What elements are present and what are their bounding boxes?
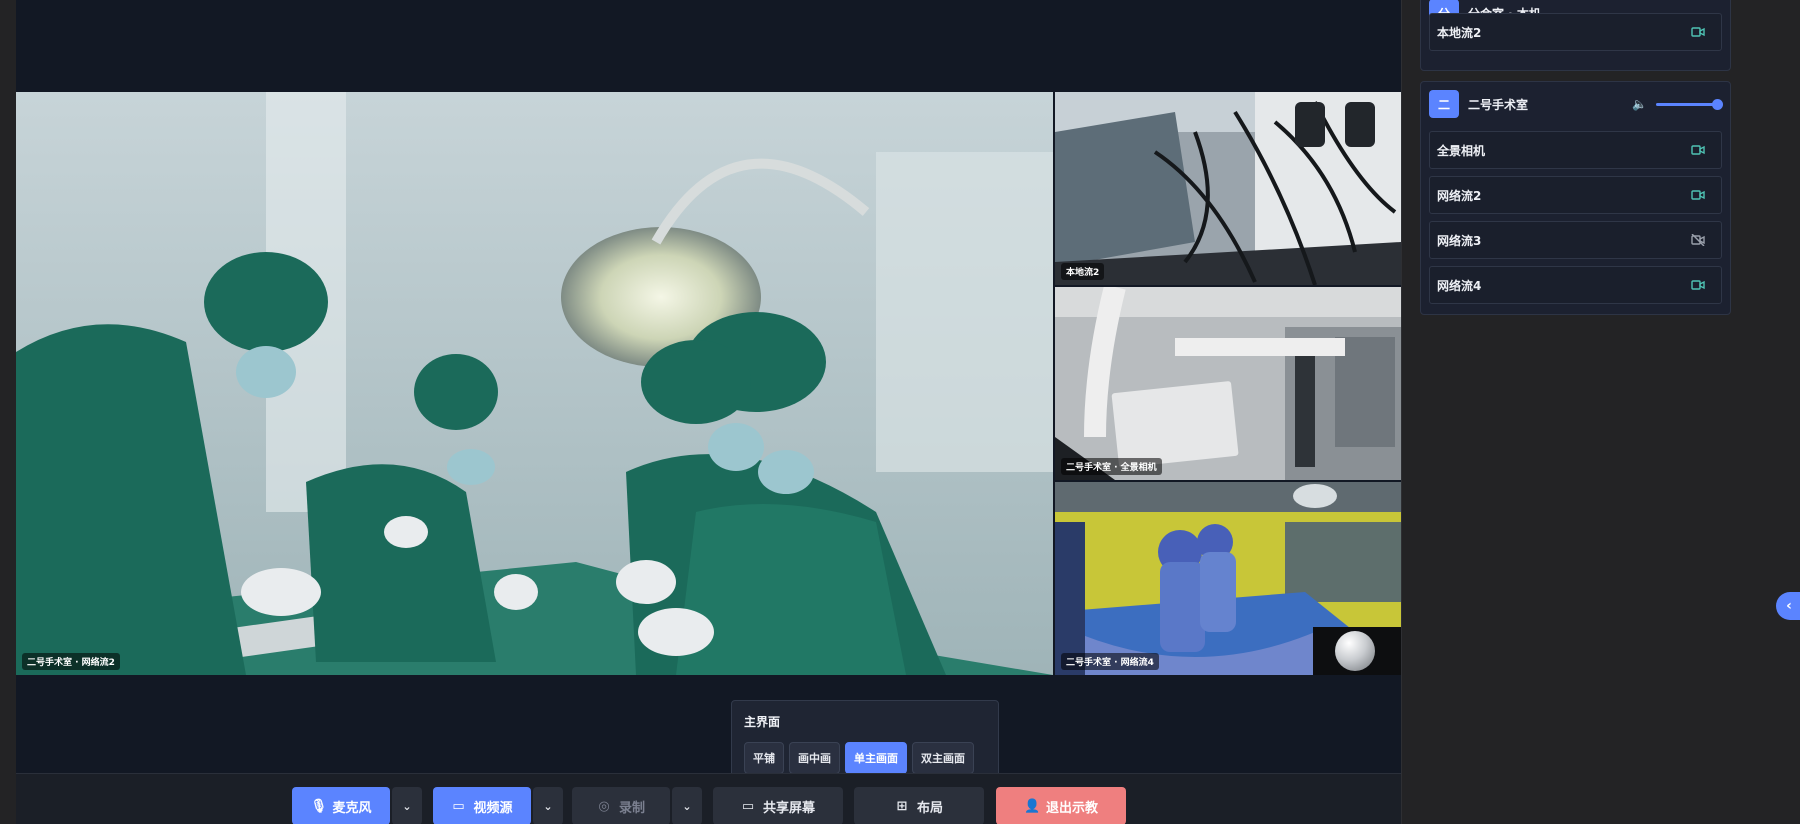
side-video-caption-3: 二号手术室 · 网络流4 (1061, 653, 1159, 670)
video-source-dropdown-button[interactable]: ⌄ (533, 787, 563, 824)
surgery-scene-image (16, 92, 1053, 675)
record-label: 录制 (618, 800, 645, 816)
speaker-icon[interactable]: 🔈 (1632, 97, 1647, 111)
main-video-caption: 二号手术室 · 网络流2 (22, 653, 120, 670)
layout-options: 平铺 画中画 单主画面 双主画面 (744, 742, 986, 774)
video-source-label: 视频源 (473, 800, 513, 816)
layout-popover-title: 主界面 (744, 715, 781, 729)
exit-teaching-button[interactable]: 👤 退出示教 (996, 787, 1126, 824)
exit-teaching-label: 退出示教 (1045, 800, 1098, 816)
grid-icon: ⊞ (896, 798, 908, 814)
microphone-button[interactable]: 🎙 麦克风 (292, 787, 390, 824)
side-video-caption-2: 二号手术室 · 全景相机 (1061, 458, 1162, 475)
stream-label: 网络流4 (1437, 278, 1482, 293)
monitor-icon: ▭ (741, 798, 755, 814)
side-video-caption-1: 本地流2 (1061, 263, 1105, 280)
share-screen-label: 共享屏幕 (762, 800, 815, 816)
layout-option-tile[interactable]: 平铺 (744, 742, 784, 774)
room-badge: 二 (1429, 90, 1459, 118)
volume-slider-track[interactable] (1656, 103, 1716, 106)
side-video-feed-2[interactable]: 二号手术室 · 全景相机 (1055, 287, 1401, 480)
video-stage: 二号手术室 · 网络流2 本地流2 二号手术室 · 全景相机 二号手术室 · 网… (16, 0, 1401, 824)
stream-label: 全景相机 (1437, 143, 1486, 158)
chevron-down-icon: ⌄ (682, 799, 692, 813)
stream-label: 网络流3 (1437, 233, 1482, 248)
room-group-or2: 二 二号手术室 🔈 全景相机 网络流2 网络流3 网络流4 (1420, 81, 1731, 315)
video-camera-off-icon[interactable] (1691, 234, 1705, 246)
stream-item-local-2[interactable]: 本地流2 (1429, 13, 1722, 51)
layout-option-pip[interactable]: 画中画 (789, 742, 840, 774)
record-button[interactable]: ◎ 录制 (572, 787, 670, 824)
main-video-feed[interactable]: 二号手术室 · 网络流2 (16, 92, 1053, 675)
side-video-feed-1[interactable]: 本地流2 (1055, 92, 1401, 285)
layout-button[interactable]: ⊞ 布局 (854, 787, 984, 824)
pip-thumbnail[interactable] (1313, 627, 1401, 675)
user-icon: 👤 (1023, 798, 1041, 814)
room-name: 二号手术室 (1468, 97, 1529, 112)
layout-option-single-main[interactable]: 单主画面 (845, 742, 907, 774)
cables-scene-image (1055, 92, 1401, 285)
volume-slider-handle[interactable] (1712, 99, 1723, 110)
chevron-down-icon: ⌄ (402, 799, 412, 813)
stream-label: 网络流2 (1437, 188, 1482, 203)
bottom-toolbar: 🎙 麦克风 ⌄ ▭ 视频源 ⌄ ◎ 录制 ⌄ ▭ 共享屏幕 ⊞ 布局 � (16, 773, 1401, 824)
record-icon: ◎ (598, 798, 610, 814)
stream-item-panorama-camera[interactable]: 全景相机 (1429, 131, 1722, 169)
video-camera-icon[interactable] (1691, 26, 1705, 38)
chevron-down-icon: ⌄ (543, 799, 553, 813)
room-group-local: 分 分会室 · 本机 本地流2 (1420, 0, 1731, 71)
microphone-label: 麦克风 (332, 800, 372, 816)
record-dropdown-button[interactable]: ⌄ (672, 787, 702, 824)
stream-label: 本地流2 (1437, 25, 1482, 40)
or-equipment-scene-image (1055, 287, 1401, 480)
video-camera-icon[interactable] (1691, 189, 1705, 201)
microphone-icon: 🎙 (310, 798, 327, 814)
video-source-button[interactable]: ▭ 视频源 (433, 787, 531, 824)
side-video-feed-3[interactable]: 二号手术室 · 网络流4 (1055, 482, 1401, 675)
video-camera-icon[interactable] (1691, 279, 1705, 291)
layout-popover: 主界面 平铺 画中画 单主画面 双主画面 (731, 700, 999, 779)
participants-panel: 分 分会室 · 本机 本地流2 二 二号手术室 🔈 全景相机 网络流2 (1401, 0, 1800, 824)
stream-item-network-2[interactable]: 网络流2 (1429, 176, 1722, 214)
share-screen-button[interactable]: ▭ 共享屏幕 (713, 787, 843, 824)
sphere-image (1335, 631, 1375, 671)
collapse-panel-button[interactable]: ‹ (1776, 592, 1800, 620)
microphone-dropdown-button[interactable]: ⌄ (392, 787, 422, 824)
stream-item-network-4[interactable]: 网络流4 (1429, 266, 1722, 304)
video-camera-icon: ▭ (452, 798, 465, 814)
layout-label: 布局 (916, 800, 943, 816)
stream-item-network-3[interactable]: 网络流3 (1429, 221, 1722, 259)
layout-option-dual-main[interactable]: 双主画面 (912, 742, 974, 774)
chevron-left-icon: ‹ (1786, 598, 1792, 614)
video-camera-icon[interactable] (1691, 144, 1705, 156)
